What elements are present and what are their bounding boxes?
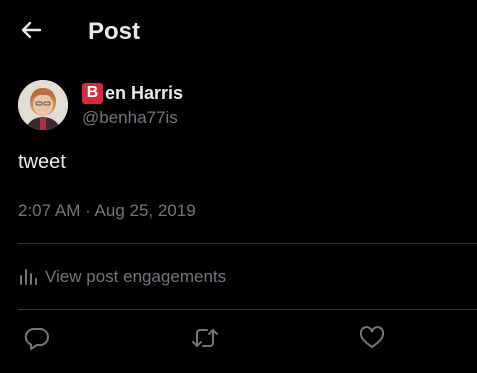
like-button[interactable]	[357, 325, 387, 355]
reply-icon	[24, 326, 50, 355]
repost-button[interactable]	[190, 325, 220, 355]
avatar-image	[18, 80, 68, 130]
display-name[interactable]: B en Harris	[82, 82, 183, 104]
arrow-left-icon	[20, 20, 42, 45]
avatar[interactable]	[18, 80, 68, 130]
divider	[18, 309, 477, 310]
retweet-icon	[191, 326, 219, 355]
like-icon	[359, 325, 385, 355]
header-bar: Post	[0, 0, 477, 64]
engagements-label: View post engagements	[45, 267, 227, 286]
post-text: tweet	[18, 151, 66, 173]
author-row: B en Harris @benha77is	[18, 80, 458, 132]
divider	[18, 243, 477, 244]
view-engagements-button[interactable]: View post engagements	[18, 264, 226, 290]
name-letter-badge: B	[82, 82, 103, 104]
user-handle[interactable]: @benha77is	[82, 108, 178, 128]
name-text: en Harris	[105, 82, 184, 103]
page-title: Post	[88, 18, 141, 45]
reply-button[interactable]	[22, 325, 52, 355]
bar-chart-icon	[18, 265, 38, 290]
post-timestamp[interactable]: 2:07 AM · Aug 25, 2019	[18, 200, 196, 222]
back-button[interactable]	[14, 17, 48, 47]
post-page: Post B en Harris @benha77is tweet 2:07 A…	[0, 0, 477, 373]
